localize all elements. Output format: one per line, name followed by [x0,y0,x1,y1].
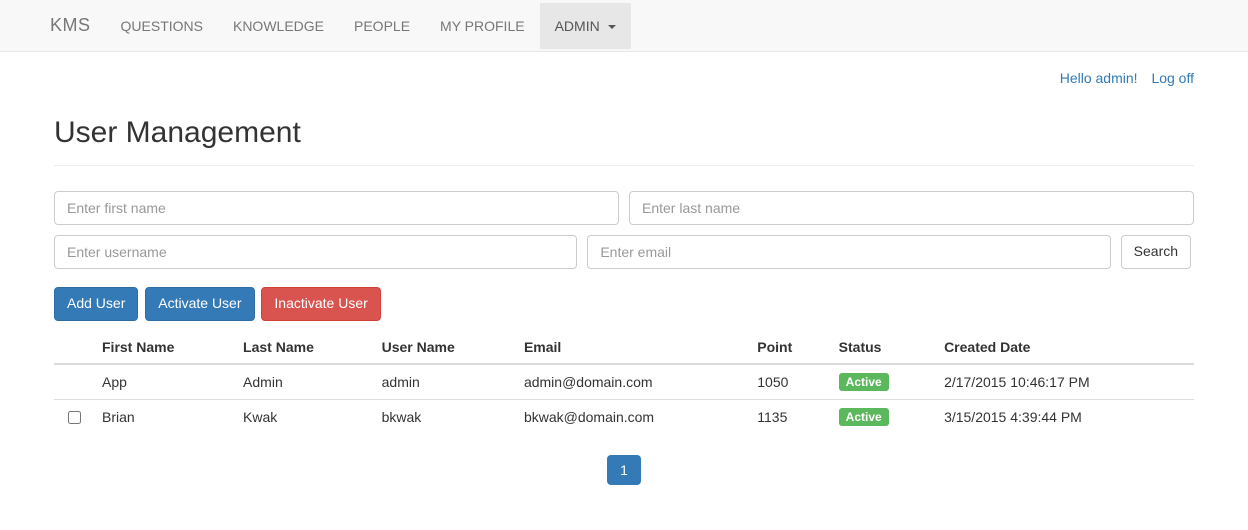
table-row: BrianKwakbkwakbkwak@domain.com1135 Active… [54,399,1194,435]
status-badge: Active [839,373,889,391]
first-name-input[interactable] [54,191,619,225]
header-checkbox [54,331,94,364]
cell-status: Active [831,364,936,400]
last-name-input[interactable] [629,191,1194,225]
cell-first-name: App [94,364,235,400]
header-first-name: First Name [94,331,235,364]
cell-email: admin@domain.com [516,364,749,400]
title-separator [54,165,1194,166]
table-row: AppAdminadminadmin@domain.com1050 Active 2… [54,364,1194,400]
cell-point: 1050 [749,364,830,400]
inactivate-user-button[interactable]: Inactivate User [261,287,380,321]
cell-created-date: 2/17/2015 10:46:17 PM [936,364,1194,400]
nav-item-admin[interactable]: ADMIN [540,3,631,49]
header-status: Status [831,331,936,364]
logoff-link[interactable]: Log off [1151,70,1194,86]
page-current[interactable]: 1 [607,455,641,485]
status-badge: Active [839,408,889,426]
cell-user-name: admin [374,364,516,400]
caret-down-icon [608,25,616,29]
nav-item-knowledge[interactable]: KNOWLEDGE [218,3,339,49]
activate-user-button[interactable]: Activate User [145,287,254,321]
add-user-button[interactable]: Add User [54,287,138,321]
username-input[interactable] [54,235,577,269]
top-links: Hello admin! Log off [54,52,1194,96]
nav-item-questions[interactable]: QUESTIONS [106,3,218,49]
brand[interactable]: KMS [15,0,106,51]
header-created-date: Created Date [936,331,1194,364]
cell-user-name: bkwak [374,399,516,435]
cell-email: bkwak@domain.com [516,399,749,435]
header-last-name: Last Name [235,331,374,364]
nav-list: QUESTIONS KNOWLEDGE PEOPLE MY PROFILE AD… [106,3,631,49]
cell-created-date: 3/15/2015 4:39:44 PM [936,399,1194,435]
pagination: 1 [54,455,1194,485]
search-button[interactable]: Search [1121,235,1191,269]
greeting-link[interactable]: Hello admin! [1060,70,1138,86]
header-point: Point [749,331,830,364]
email-input[interactable] [587,235,1110,269]
nav-item-my-profile[interactable]: MY PROFILE [425,3,540,49]
header-email: Email [516,331,749,364]
row-checkbox[interactable] [68,411,81,424]
cell-first-name: Brian [94,399,235,435]
action-buttons: Add User Activate User Inactivate User [54,287,1194,321]
navbar: KMS QUESTIONS KNOWLEDGE PEOPLE MY PROFIL… [0,0,1248,52]
page-title: User Management [54,116,1194,150]
nav-item-people[interactable]: PEOPLE [339,3,425,49]
cell-last-name: Kwak [235,399,374,435]
cell-status: Active [831,399,936,435]
cell-last-name: Admin [235,364,374,400]
cell-point: 1135 [749,399,830,435]
user-table: First Name Last Name User Name Email Poi… [54,331,1194,435]
header-user-name: User Name [374,331,516,364]
